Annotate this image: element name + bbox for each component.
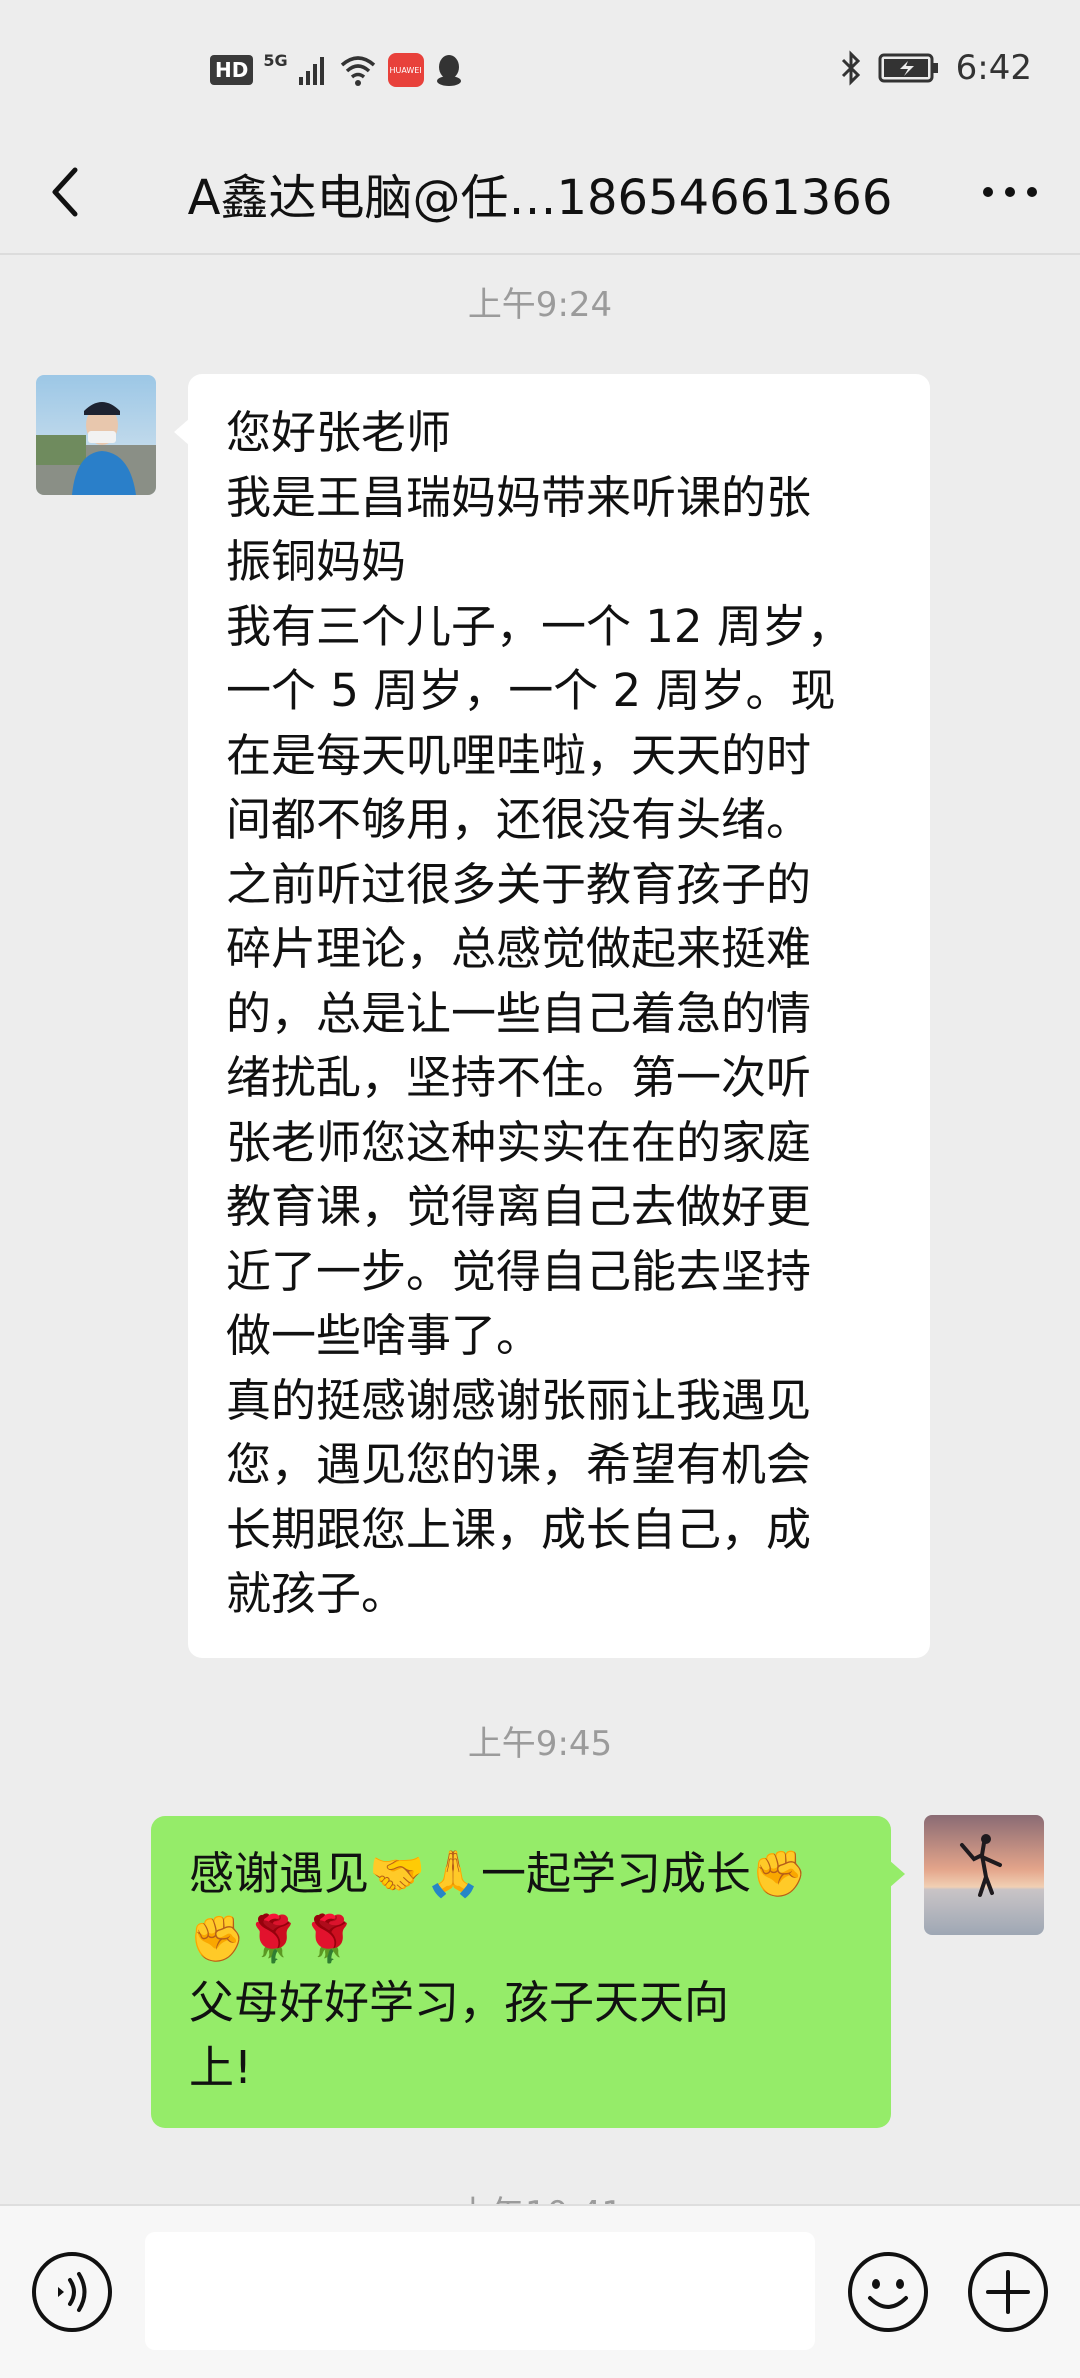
- message-line: 张老师您这种实实在在的家庭: [226, 1115, 812, 1169]
- message-line: 近了一步。觉得自己能去坚持: [226, 1244, 812, 1298]
- message-line: 碎片理论，总感觉做起来挺难: [226, 922, 812, 975]
- input-bar: [0, 2204, 1080, 2378]
- status-clock: 6:42: [955, 48, 1032, 88]
- header-divider: [0, 253, 1080, 255]
- message-line: 之前听过很多关于教育孩子的: [226, 857, 812, 911]
- wifi-icon: [340, 56, 375, 86]
- emoji-icon: [848, 2252, 928, 2332]
- incoming-message-bubble[interactable]: 您好张老师 我是王昌瑞妈妈带来听课的张 振铜妈妈 我有三个儿子，一个 12 周岁…: [174, 374, 930, 1658]
- message-line: 上!: [189, 2040, 253, 2094]
- my-avatar[interactable]: [924, 1815, 1044, 1935]
- message-line: 间都不够用，还很没有头绪。: [226, 793, 812, 846]
- contact-avatar-image: [36, 375, 156, 495]
- message-line: 绪扰乱，坚持不住。第一次听: [226, 1051, 812, 1104]
- more-button[interactable]: [970, 152, 1050, 232]
- back-button[interactable]: [30, 152, 100, 232]
- message-line: 父母好好学习，孩子天天向: [189, 1976, 730, 2029]
- chevron-left-icon: [52, 167, 78, 217]
- message-line: 您好张老师: [226, 406, 452, 459]
- message-line: 真的挺感谢感谢张丽让我遇见: [226, 1373, 812, 1427]
- more-dots-icon: [983, 187, 1037, 197]
- status-bar: HD 5G HUAWEI 6:42: [0, 0, 1080, 130]
- message-line: 振铜妈妈: [226, 535, 407, 588]
- message-line: 我是王昌瑞妈妈带来听课的张: [226, 470, 812, 524]
- emoji-button[interactable]: [846, 2250, 930, 2334]
- timestamp: 上午9:45: [467, 1724, 613, 1764]
- message-input[interactable]: [145, 2232, 815, 2350]
- message-line: ✊🌹🌹: [189, 1911, 358, 1965]
- message-line: 我有三个儿子，一个 12 周岁，: [226, 599, 852, 653]
- status-right-icons: 6:42: [840, 46, 1032, 90]
- timestamp: 上午9:24: [467, 285, 613, 325]
- message-line: 的，总是让一些自己着急的情: [226, 986, 812, 1040]
- status-left-icons: HD 5G HUAWEI: [210, 48, 464, 92]
- penguin-icon: [436, 55, 461, 86]
- message-line: 长期跟您上课，成长自己，成: [226, 1502, 812, 1556]
- chat-title: A鑫达电脑@任…18654661366: [187, 170, 893, 226]
- signal-icon: [298, 57, 324, 85]
- battery-icon: [878, 53, 938, 83]
- voice-button[interactable]: [30, 2250, 114, 2334]
- network-type-label: 5G: [263, 50, 288, 70]
- message-line: 在是每天叽哩哇啦，天天的时: [226, 728, 812, 782]
- outgoing-message-bubble[interactable]: 感谢遇见🤝🙏一起学习成长✊ ✊🌹🌹 父母好好学习，孩子天天向 上!: [151, 1816, 905, 2128]
- message-line: 教育课，觉得离自己去做好更: [226, 1180, 812, 1233]
- bluetooth-icon: [841, 50, 860, 86]
- chat-header: A鑫达电脑@任…18654661366: [0, 130, 1080, 255]
- huawei-app-icon: HUAWEI: [387, 53, 424, 87]
- voice-icon: [32, 2252, 112, 2332]
- app-icon-text: HUAWEI: [389, 65, 422, 75]
- message-line: 就孩子。: [226, 1567, 407, 1620]
- message-line: 一个 5 周岁，一个 2 周岁。现: [226, 664, 836, 717]
- message-line: 您，遇见您的课，希望有机会: [226, 1438, 812, 1491]
- message-line: 做一些啥事了。: [226, 1309, 542, 1362]
- message-line: 感谢遇见🤝🙏一起学习成长✊: [189, 1847, 808, 1900]
- more-functions-button[interactable]: [966, 2250, 1050, 2334]
- contact-avatar[interactable]: [36, 375, 156, 495]
- hd-badge: HD: [210, 55, 254, 85]
- my-avatar-image: [924, 1815, 1044, 1935]
- plus-icon: [968, 2252, 1048, 2332]
